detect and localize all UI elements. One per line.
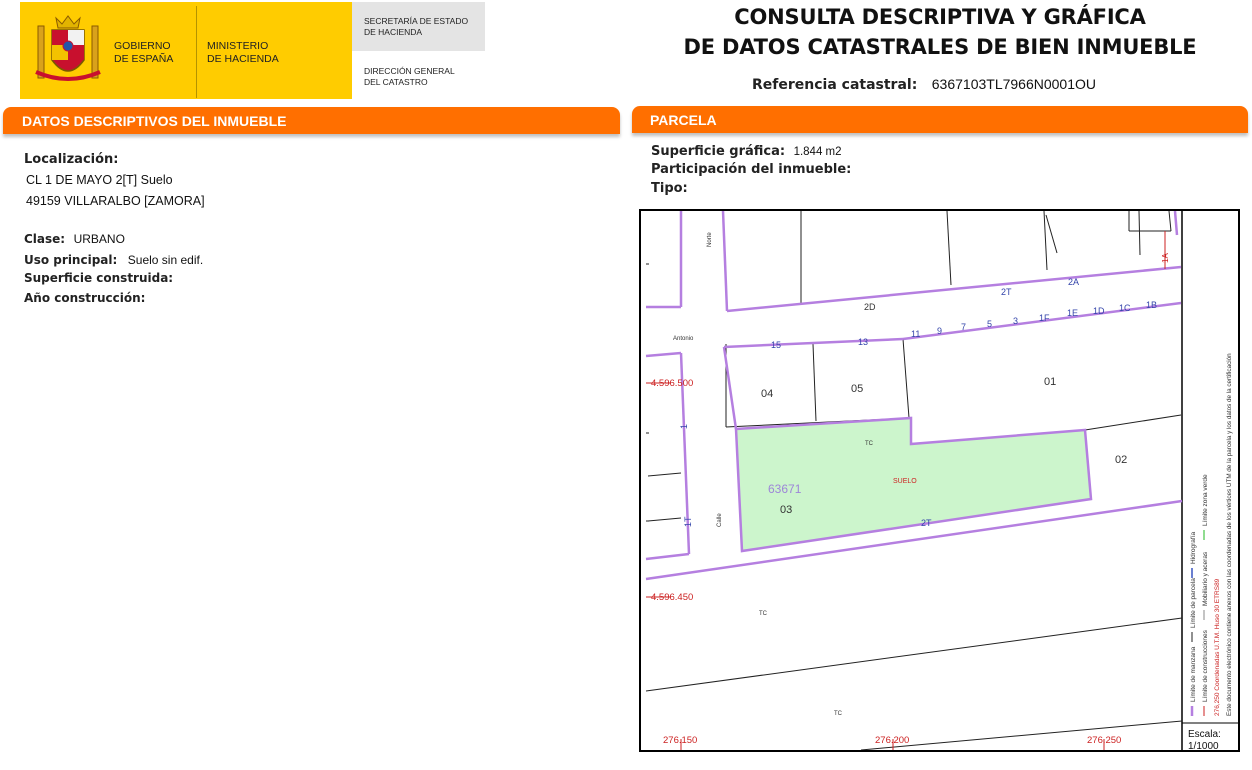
house-1b: 1B bbox=[1146, 300, 1157, 310]
gov-line1: GOBIERNO bbox=[114, 40, 171, 52]
parcel-ref: 63671 bbox=[768, 482, 802, 496]
section-title-descriptivos: DATOS DESCRIPTIVOS DEL INMUEBLE bbox=[22, 113, 287, 129]
map-legend: Límite de manzana Límite de parcela Hidr… bbox=[1190, 353, 1233, 716]
localizacion-label: Localización: bbox=[24, 152, 119, 167]
street-calle: Calle bbox=[717, 513, 723, 527]
participacion-label: Participación del inmueble: bbox=[651, 162, 852, 177]
street-antonio: Antonio bbox=[673, 336, 694, 342]
coord-x1: 276.150 bbox=[663, 735, 697, 746]
uso-label: Uso principal: bbox=[24, 253, 118, 267]
street-norte: Norte bbox=[707, 232, 713, 247]
dg-line1: DIRECCIÓN GENERAL bbox=[364, 66, 455, 76]
clase-value: URBANO bbox=[73, 232, 125, 246]
ref-label: Referencia catastral: bbox=[752, 77, 918, 93]
superficie-grafica-label: Superficie gráfica: bbox=[651, 144, 786, 159]
legend-hidrografia: Hidrografía bbox=[1190, 531, 1197, 564]
house-3: 3 bbox=[1013, 316, 1018, 326]
secretaria-block: SECRETARÍA DE ESTADO DE HACIENDA bbox=[352, 2, 485, 51]
cadastral-map: 4.596.500 4.596.450 276.150 276.200 276.… bbox=[639, 209, 1240, 752]
uso-value: Suelo sin edif. bbox=[127, 253, 204, 267]
house-2t-bottom: 2T bbox=[921, 518, 932, 528]
house-15: 15 bbox=[771, 340, 781, 350]
dg-line2: DEL CATASTRO bbox=[364, 77, 428, 87]
house-11: 11 bbox=[911, 329, 920, 339]
reference-row: Referencia catastral: 6367103TL7966N0001… bbox=[752, 76, 1096, 94]
coord-x2: 276.200 bbox=[875, 735, 909, 746]
government-logo-block: GOBIERNO DE ESPAÑA MINISTERIO DE HACIEND… bbox=[20, 2, 352, 99]
localizacion-line2: 49159 VILLARALBO [ZAMORA] bbox=[26, 194, 205, 208]
title-line1: CONSULTA DESCRIPTIVA Y GRÁFICA bbox=[734, 5, 1146, 29]
min-line2: DE HACIENDA bbox=[207, 53, 279, 65]
house-1a: 1A bbox=[1161, 253, 1170, 263]
house-2d: 2D bbox=[864, 302, 876, 312]
house-2a: 2A bbox=[1068, 277, 1079, 287]
legend-construcciones: Límite de construcciones bbox=[1202, 629, 1209, 702]
superficie-construida-label: Superficie construida: bbox=[24, 271, 174, 285]
parcel-03: 03 bbox=[780, 504, 792, 516]
tc-label-3: TC bbox=[834, 711, 843, 717]
house-7: 7 bbox=[961, 322, 966, 332]
parcel-suelo: SUELO bbox=[893, 478, 917, 485]
legend-zona-verde: Límite zona verde bbox=[1202, 474, 1209, 526]
tipo-label: Tipo: bbox=[651, 181, 688, 196]
parcel-02: 02 bbox=[1115, 454, 1127, 466]
min-line1: MINISTERIO bbox=[207, 40, 269, 52]
superficie-grafica-value: 1.844 m2 bbox=[793, 146, 842, 158]
coord-y1: 4.596.500 bbox=[651, 378, 693, 389]
house-1e: 1E bbox=[1067, 308, 1078, 318]
house-9: 9 bbox=[937, 326, 942, 336]
map-drawing: 4.596.500 4.596.450 276.150 276.200 276.… bbox=[645, 211, 1238, 750]
localizacion-line1: CL 1 DE MAYO 2[T] Suelo bbox=[26, 173, 173, 187]
legend-doc-note: Este documento electrónico contiene anex… bbox=[1226, 353, 1233, 716]
house-13: 13 bbox=[858, 337, 868, 347]
coord-x3: 276.250 bbox=[1087, 735, 1121, 746]
house-1-left: 1 bbox=[679, 424, 689, 429]
house-1c: 1C bbox=[1119, 303, 1131, 313]
scale-label: Escala: bbox=[1188, 729, 1221, 740]
section-title-parcela: PARCELA bbox=[650, 112, 717, 128]
clase-label: Clase: bbox=[24, 232, 66, 246]
house-1d: 1D bbox=[1093, 306, 1105, 316]
clase-row: Clase: URBANO bbox=[24, 230, 125, 248]
parcel-01: 01 bbox=[1044, 376, 1056, 388]
page-title: CONSULTA DESCRIPTIVA Y GRÁFICA DE DATOS … bbox=[640, 5, 1240, 59]
house-5: 5 bbox=[987, 319, 992, 329]
section-bar-parcela: PARCELA bbox=[632, 106, 1248, 133]
tc-label-2: TC bbox=[759, 611, 768, 617]
legend-manzana: Límite de manzana bbox=[1190, 646, 1197, 702]
house-2t-top: 2T bbox=[1001, 287, 1012, 297]
tc-label-1: TC bbox=[865, 441, 874, 447]
parcel-05: 05 bbox=[851, 383, 863, 395]
gov-line2: DE ESPAÑA bbox=[114, 53, 174, 65]
house-1f: 1F bbox=[1039, 313, 1050, 323]
section-bar-descriptivos: DATOS DESCRIPTIVOS DEL INMUEBLE bbox=[3, 107, 620, 134]
coat-of-arms-icon bbox=[35, 15, 101, 81]
coord-y2: 4.596.450 bbox=[651, 592, 693, 603]
anio-construccion-label: Año construcción: bbox=[24, 291, 146, 305]
legend-coords-note: 276,250 Coordenadas U.T.M. Huso 30 ETRS8… bbox=[1214, 578, 1221, 716]
superficie-grafica-row: Superficie gráfica: 1.844 m2 bbox=[651, 142, 842, 160]
scale-value: 1/1000 bbox=[1188, 741, 1219, 750]
uso-row: Uso principal: Suelo sin edif. bbox=[24, 251, 203, 269]
house-1t-left: 1T bbox=[683, 516, 693, 527]
ref-value: 6367103TL7966N0001OU bbox=[931, 76, 1097, 92]
legend-mobiliario: Mobiliario y aceras bbox=[1202, 551, 1209, 606]
direccion-general: DIRECCIÓN GENERAL DEL CATASTRO bbox=[364, 66, 455, 88]
parcel-04: 04 bbox=[761, 388, 773, 400]
legend-parcela: Límite de parcela bbox=[1190, 578, 1197, 628]
sec-line1: SECRETARÍA DE ESTADO bbox=[364, 16, 469, 26]
sec-line2: DE HACIENDA bbox=[364, 27, 423, 37]
title-line2: DE DATOS CATASTRALES DE BIEN INMUEBLE bbox=[683, 35, 1197, 59]
